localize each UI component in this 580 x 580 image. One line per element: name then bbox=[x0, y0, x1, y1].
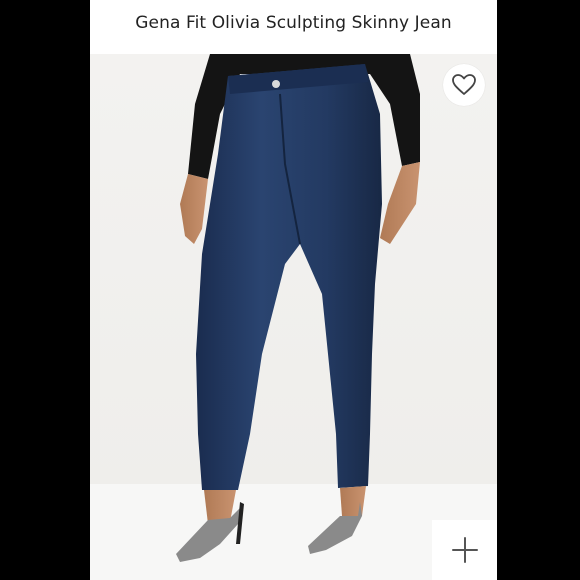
listing-title: Gena Fit Olivia Sculpting Skinny Jean bbox=[135, 13, 452, 33]
right-arm bbox=[380, 162, 420, 244]
jean-button bbox=[272, 80, 280, 88]
add-button[interactable] bbox=[432, 520, 497, 580]
heart-outline-icon bbox=[452, 74, 476, 95]
left-arm bbox=[180, 174, 208, 244]
skinny-jeans bbox=[196, 64, 382, 490]
plus-icon bbox=[451, 537, 478, 563]
product-photo[interactable] bbox=[90, 54, 497, 580]
listing-card: Gena Fit Olivia Sculpting Skinny Jean bbox=[90, 0, 497, 580]
product-illustration bbox=[90, 54, 497, 580]
right-ankle bbox=[340, 486, 366, 516]
title-bar: Gena Fit Olivia Sculpting Skinny Jean bbox=[90, 0, 497, 54]
favorite-button[interactable] bbox=[443, 64, 485, 106]
